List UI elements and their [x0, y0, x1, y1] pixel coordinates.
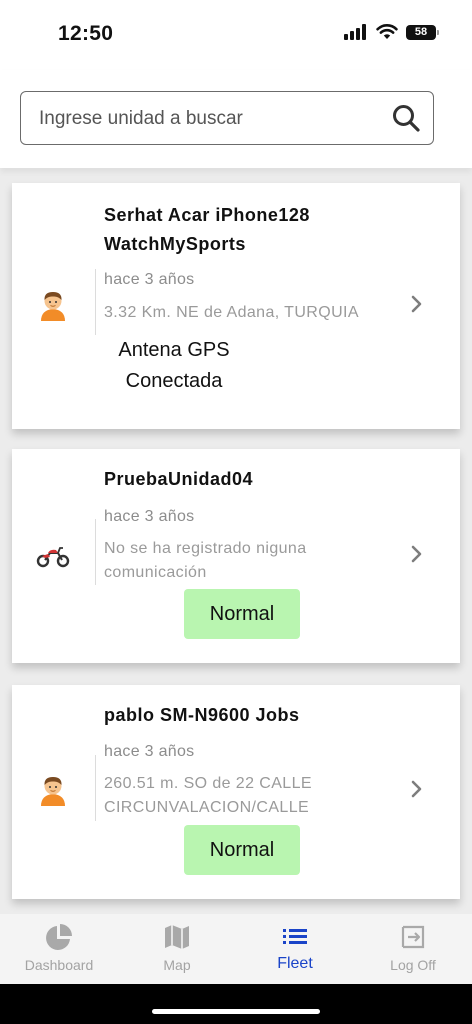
tab-label: Log Off	[390, 957, 436, 973]
tab-fleet[interactable]: Fleet	[236, 914, 354, 984]
unit-location: No se ha registrado niguna comunicación	[104, 540, 307, 581]
unit-last-seen: hace 3 años	[104, 508, 195, 525]
status-bar: 12:50 58	[0, 0, 472, 70]
unit-status-badge: Normal	[184, 825, 300, 875]
home-indicator-area	[0, 984, 472, 1024]
search-input[interactable]	[37, 92, 381, 145]
tab-bar: Dashboard Map Fleet Log Off	[0, 914, 472, 984]
chevron-right-icon[interactable]	[410, 544, 424, 564]
unit-card[interactable]: PruebaUnidad04 hace 3 años No se ha regi…	[12, 449, 460, 663]
status-icons: 58	[344, 24, 439, 40]
unit-status-badge: Normal	[184, 589, 300, 639]
tab-label: Fleet	[277, 955, 313, 972]
person-icon	[41, 292, 65, 321]
card-divider	[95, 755, 96, 821]
list-icon	[283, 929, 307, 944]
wifi-icon	[376, 24, 398, 39]
search-icon[interactable]	[391, 103, 421, 133]
unit-name: pablo SM-N9600 Jobs	[104, 705, 300, 725]
unit-card[interactable]: Serhat Acar iPhone128 WatchMySports hace…	[12, 183, 460, 429]
unit-location: 3.32 Km. NE de Adana, TURQUIA	[104, 304, 359, 321]
chevron-right-icon[interactable]	[410, 779, 424, 799]
tab-log-off[interactable]: Log Off	[354, 914, 472, 984]
unit-status: Antena GPS Conectada	[118, 339, 230, 392]
status-time: 12:50	[58, 22, 114, 45]
person-icon	[41, 777, 65, 806]
motorcycle-icon	[36, 547, 70, 568]
tab-dashboard[interactable]: Dashboard	[0, 914, 118, 984]
chevron-right-icon[interactable]	[410, 294, 424, 314]
tab-label: Dashboard	[24, 957, 94, 973]
search-bar	[0, 70, 472, 168]
unit-name: PruebaUnidad04	[104, 469, 254, 489]
card-divider	[95, 269, 96, 335]
battery-icon: 58	[406, 24, 439, 40]
search-box	[20, 91, 434, 145]
signal-icon	[344, 24, 366, 40]
pie-chart-icon	[46, 924, 72, 950]
unit-list: Serhat Acar iPhone128 WatchMySports hace…	[0, 168, 472, 914]
home-indicator[interactable]	[152, 1009, 320, 1014]
tab-map[interactable]: Map	[118, 914, 236, 984]
unit-name: Serhat Acar iPhone128 WatchMySports	[104, 205, 310, 254]
unit-location: 260.51 m. SO de 22 CALLE CIRCUNVALACION/…	[104, 775, 312, 816]
card-divider	[95, 519, 96, 585]
logout-icon	[401, 925, 425, 949]
map-icon	[165, 925, 189, 949]
unit-last-seen: hace 3 años	[104, 743, 195, 760]
unit-card[interactable]: pablo SM-N9600 Jobs hace 3 años 260.51 m…	[12, 685, 460, 899]
unit-last-seen: hace 3 años	[104, 271, 195, 288]
tab-label: Map	[163, 957, 191, 973]
